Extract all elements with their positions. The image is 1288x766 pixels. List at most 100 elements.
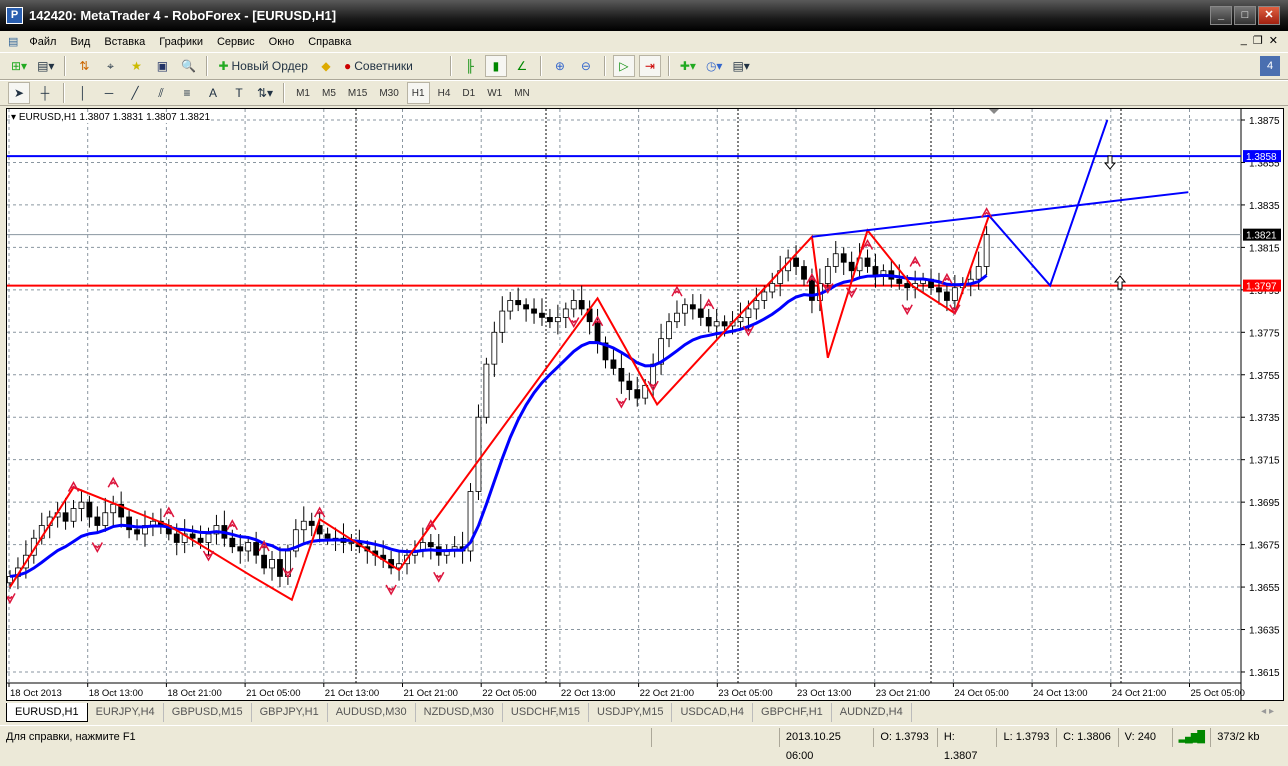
line-chart-icon[interactable]: ∠ (511, 55, 533, 77)
chart-tab[interactable]: GBPCHF,H1 (753, 703, 832, 722)
chart-tab[interactable]: USDJPY,M15 (589, 703, 673, 722)
tab-scroll-arrows[interactable]: ◂ ▸ (1261, 706, 1274, 717)
candle-body (324, 533, 331, 539)
chart-tab[interactable]: GBPUSD,M15 (164, 703, 252, 722)
close-button[interactable]: ✕ (1258, 6, 1280, 25)
chart-tab[interactable]: NZDUSD,M30 (416, 703, 503, 722)
menu-charts[interactable]: Графики (152, 36, 210, 48)
timeframe-m5[interactable]: M5 (318, 88, 340, 99)
candle (150, 512, 156, 537)
metaeditor-icon[interactable]: ◆ (315, 55, 337, 77)
chart-doc-icon[interactable]: ▤ (8, 35, 18, 48)
x-tick-label: 18 Oct 13:00 (89, 688, 143, 699)
timeframe-d1[interactable]: D1 (458, 88, 479, 99)
mdi-restore-button[interactable]: ❐ (1253, 34, 1263, 47)
candle-body (245, 542, 252, 552)
status-datetime: 2013.10.25 06:00 (780, 727, 875, 762)
bar-chart-icon[interactable]: ╟ (459, 55, 481, 77)
candle-body (570, 300, 577, 310)
candle-body (173, 533, 180, 543)
candle-body (745, 308, 752, 318)
candle (674, 300, 680, 329)
x-tick-label: 25 Oct 05:00 (1191, 688, 1245, 699)
x-tick-label: 23 Oct 13:00 (797, 688, 851, 699)
data-window-icon[interactable]: ⌖ (99, 55, 121, 77)
notifications-icon[interactable]: 4 (1260, 56, 1280, 76)
candle-body (737, 317, 744, 323)
menu-insert[interactable]: Вставка (97, 36, 152, 48)
chart-tab[interactable]: USDCHF,M15 (503, 703, 589, 722)
timeframe-m15[interactable]: M15 (344, 88, 371, 99)
text-icon[interactable]: A (202, 82, 224, 104)
candle (467, 483, 474, 562)
candle-body (896, 278, 903, 284)
mdi-minimize-button[interactable]: _ (1241, 34, 1247, 47)
chart-tab[interactable]: AUDUSD,M30 (328, 703, 416, 722)
crosshair-icon[interactable]: ┼ (34, 82, 56, 104)
chart-tab[interactable]: USDCAD,H4 (672, 703, 754, 722)
connection-icon[interactable]: ▂▄▆█ (1173, 727, 1212, 747)
chart-tab[interactable]: EURUSD,H1 (6, 703, 88, 722)
price-chart[interactable]: 1.38751.38551.38351.38151.37951.37751.37… (7, 109, 1283, 700)
timeframe-m30[interactable]: M30 (375, 88, 402, 99)
status-bar: Для справки, нажмите F1 2013.10.25 06:00… (0, 725, 1288, 762)
maximize-button[interactable]: □ (1234, 6, 1256, 25)
menu-file[interactable]: Файл (22, 36, 63, 48)
symbol-info-text: EURUSD,H1 1.3807 1.3831 1.3807 1.3821 (18, 112, 211, 123)
market-watch-icon[interactable]: ⇅ (73, 55, 95, 77)
chart-tab[interactable]: GBPJPY,H1 (252, 703, 328, 722)
candlestick-icon[interactable]: ▮ (484, 55, 507, 77)
candle (269, 550, 275, 581)
fibonacci-icon[interactable]: ≡ (176, 82, 198, 104)
candle-body (713, 321, 720, 327)
strategy-tester-icon[interactable]: 🔍 (177, 55, 199, 77)
terminal-icon[interactable]: ▣ (151, 55, 173, 77)
timeframe-h4[interactable]: H4 (434, 88, 455, 99)
status-high: H: 1.3807 (938, 727, 998, 762)
status-help: Для справки, нажмите F1 (0, 727, 652, 747)
auto-scroll-icon[interactable]: ▷ (612, 55, 635, 77)
candle (443, 544, 450, 564)
templates-icon[interactable]: ▤▾ (729, 55, 752, 77)
chart-tab[interactable]: AUDNZD,H4 (832, 703, 912, 722)
indicators-icon[interactable]: ✚▾ (677, 55, 699, 77)
profiles-icon[interactable]: ▤▾ (34, 55, 57, 77)
menu-help[interactable]: Справка (301, 36, 358, 48)
mdi-close-button[interactable]: ✕ (1269, 34, 1278, 47)
candle-body (348, 542, 355, 544)
arrows-icon[interactable]: ⇅▾ (254, 82, 276, 104)
candle-body (554, 317, 561, 323)
periods-icon[interactable]: ◷▾ (703, 55, 726, 77)
cursor-icon[interactable]: ➤ (8, 82, 30, 104)
zoom-in-icon[interactable]: ⊕ (549, 55, 571, 77)
trendline-icon[interactable]: ╱ (124, 82, 146, 104)
menu-window[interactable]: Окно (262, 36, 302, 48)
candle (165, 519, 172, 541)
fractal-up-arrow (703, 298, 715, 310)
new-chart-icon[interactable]: ⊞▾ (8, 55, 30, 77)
candle (801, 260, 807, 286)
text-label-icon[interactable]: T (228, 82, 250, 104)
vertical-line-icon[interactable]: │ (72, 82, 94, 104)
chart-shift-icon[interactable]: ⇥ (638, 55, 661, 77)
standard-toolbar: ⊞▾ ▤▾ ⇅ ⌖ ★ ▣ 🔍 ✚ Новый Ордер ◆ ● Советник… (0, 52, 1288, 80)
timeframe-h1[interactable]: H1 (406, 82, 430, 104)
chart-tab[interactable]: EURJPY,H4 (88, 703, 164, 722)
horizontal-line-icon[interactable]: ─ (98, 82, 120, 104)
timeframe-m1[interactable]: M1 (292, 88, 314, 99)
navigator-icon[interactable]: ★ (125, 55, 147, 77)
menu-view[interactable]: Вид (63, 36, 97, 48)
symbol-dropdown-icon[interactable]: ▾ (11, 112, 19, 123)
chart-window[interactable]: 1.38751.38551.38351.38151.37951.37751.37… (6, 108, 1284, 701)
equidistant-channel-icon[interactable]: ⫽ (150, 82, 172, 104)
timeframe-w1[interactable]: W1 (483, 88, 506, 99)
timeframe-mn[interactable]: MN (510, 88, 534, 99)
candle (515, 287, 522, 312)
x-tick-label: 24 Oct 21:00 (1112, 688, 1166, 699)
experts-button[interactable]: ● Советники (341, 55, 416, 77)
zoom-out-icon[interactable]: ⊖ (575, 55, 597, 77)
minimize-button[interactable]: _ (1210, 6, 1232, 25)
new-order-button[interactable]: ✚ Новый Ордер (215, 55, 311, 77)
menu-tools[interactable]: Сервис (210, 36, 262, 48)
candle-body (547, 317, 553, 323)
